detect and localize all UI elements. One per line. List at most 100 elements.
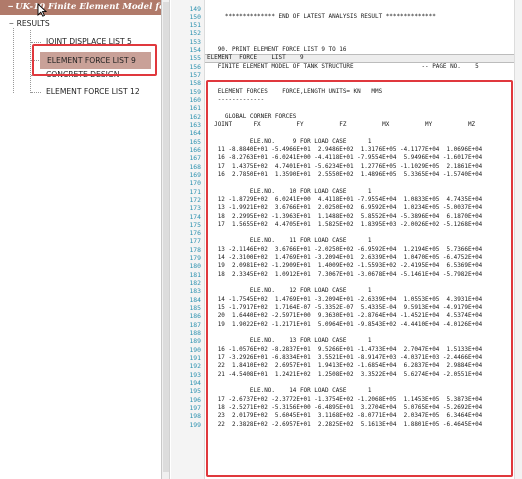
line-number: 163 bbox=[189, 120, 201, 129]
line-number: 167 bbox=[189, 154, 201, 163]
code-line: 18 2.3345E+02 1.0912E+01 7.3067E+01 -3.0… bbox=[207, 270, 483, 278]
line-number: 179 bbox=[189, 254, 201, 263]
line-number: 153 bbox=[189, 37, 201, 46]
line-number: 173 bbox=[189, 204, 201, 213]
line-number: 156 bbox=[189, 62, 201, 71]
code-line: ------------- bbox=[207, 96, 265, 104]
line-number: 151 bbox=[189, 21, 201, 30]
code-line: 14 -1.7545E+02 1.4769E+01 -3.2094E+01 -2… bbox=[207, 295, 483, 303]
code-line: 17 -3.2926E+01 -6.8334E+01 3.5521E+01 -8… bbox=[207, 353, 483, 361]
mouse-cursor-icon bbox=[37, 3, 47, 17]
line-number: 165 bbox=[189, 137, 201, 146]
tree-scrollbar[interactable] bbox=[162, 0, 170, 479]
code-line: 16 -8.2763E+01 -6.0241E+00 -4.4118E+01 -… bbox=[207, 154, 483, 162]
code-line: ELE.NO. 13 FOR LOAD CASE 1 bbox=[207, 337, 372, 345]
code-line: ELEMENT FORCE LIST 9 bbox=[207, 54, 304, 62]
line-number: 162 bbox=[189, 112, 201, 121]
code-line: ELE.NO. 12 FOR LOAD CASE 1 bbox=[207, 287, 372, 295]
code-line: ELE.NO. 9 FOR LOAD CASE 1 bbox=[207, 137, 372, 145]
scrollbar-thumb[interactable] bbox=[163, 2, 169, 472]
line-number: 150 bbox=[189, 12, 201, 21]
line-number: 159 bbox=[189, 87, 201, 96]
line-number: 196 bbox=[189, 395, 201, 404]
code-line: 15 -1.7917E+02 1.7164E-07 -5.3352E-07 5.… bbox=[207, 304, 483, 312]
line-number: 164 bbox=[189, 129, 201, 138]
tree-panel: −UK-10 Finite Element Model for a Rec −R… bbox=[0, 0, 162, 479]
line-number: 184 bbox=[189, 295, 201, 304]
tree-connector bbox=[31, 92, 41, 93]
line-number: 175 bbox=[189, 220, 201, 229]
line-number: 199 bbox=[189, 420, 201, 429]
line-number: 172 bbox=[189, 195, 201, 204]
expander-icon[interactable]: − bbox=[9, 19, 14, 28]
editor-scrollbar[interactable] bbox=[514, 0, 522, 479]
line-number: 182 bbox=[189, 279, 201, 288]
line-number: 161 bbox=[189, 104, 201, 113]
code-line: ELE.NO. 10 FOR LOAD CASE 1 bbox=[207, 187, 372, 195]
code-line: ELEMENT FORCES FORCE,LENGTH UNITS= KN MM… bbox=[207, 87, 383, 95]
code-line: 16 2.7850E+01 1.3590E+01 2.5550E+02 1.48… bbox=[207, 170, 483, 178]
line-number: 157 bbox=[189, 71, 201, 80]
code-line: 17 -2.6737E+02 -2.3772E+01 -1.3754E+02 -… bbox=[207, 395, 483, 403]
code-line: 20 1.6440E+02 -2.5971E+00 9.3630E+01 -2.… bbox=[207, 312, 483, 320]
line-number: 185 bbox=[189, 304, 201, 313]
line-number: 195 bbox=[189, 387, 201, 396]
code-line: 22 2.3828E+02 -2.6957E+01 2.2825E+02 5.1… bbox=[207, 420, 483, 428]
line-number: 192 bbox=[189, 362, 201, 371]
code-line: 13 -2.1146E+02 3.6766E+01 -2.0250E+02 -6… bbox=[207, 245, 483, 253]
code-line: 13 -1.9921E+02 3.6766E+01 2.0250E+02 6.9… bbox=[207, 204, 483, 212]
selection-highlight-box bbox=[32, 44, 157, 76]
tree-title-bar[interactable]: −UK-10 Finite Element Model for a Rec bbox=[0, 0, 161, 15]
line-number: 181 bbox=[189, 270, 201, 279]
line-number: 171 bbox=[189, 187, 201, 196]
line-number: 168 bbox=[189, 162, 201, 171]
line-number: 197 bbox=[189, 403, 201, 412]
code-line: 90. PRINT ELEMENT FORCE LIST 9 TO 16 bbox=[207, 46, 347, 54]
line-number: 190 bbox=[189, 345, 201, 354]
line-number: 158 bbox=[189, 79, 201, 88]
code-line: 12 -1.8729E+02 6.0241E+00 4.4118E+01 -7.… bbox=[207, 195, 483, 203]
code-line: ************** END OF LATEST ANALYSIS RE… bbox=[207, 12, 436, 20]
code-line: ELE.NO. 14 FOR LOAD CASE 1 bbox=[207, 387, 372, 395]
line-number: 170 bbox=[189, 179, 201, 188]
tree-connector bbox=[30, 30, 31, 93]
code-line: GLOBAL CORNER FORCES bbox=[207, 112, 297, 120]
line-number: 186 bbox=[189, 312, 201, 321]
code-line: 22 1.8410E+02 2.6957E+01 1.9413E+02 -1.6… bbox=[207, 362, 483, 370]
code-line: 19 2.0981E+02 -1.2909E+01 1.4009E+02 -1.… bbox=[207, 262, 483, 270]
code-line: ELE.NO. 11 FOR LOAD CASE 1 bbox=[207, 237, 372, 245]
line-number: 169 bbox=[189, 170, 201, 179]
line-number: 188 bbox=[189, 328, 201, 337]
line-number: 180 bbox=[189, 262, 201, 271]
line-number: 176 bbox=[189, 229, 201, 238]
code-line: 17 1.4375E+02 4.7401E+01 -5.6234E+01 1.2… bbox=[207, 162, 483, 170]
code-line: 18 2.2995E+02 -1.3963E+01 1.1488E+02 5.8… bbox=[207, 212, 483, 220]
collapse-icon[interactable]: − bbox=[8, 2, 13, 12]
tree-connector bbox=[31, 42, 41, 43]
tree-node-results[interactable]: − RESULTS bbox=[9, 18, 50, 30]
line-number: 198 bbox=[189, 412, 201, 421]
line-number: 191 bbox=[189, 353, 201, 362]
line-number: 160 bbox=[189, 96, 201, 105]
output-editor[interactable]: 149 150 151 152 153 154 155 156 157 158 159 160 161 1… bbox=[171, 0, 522, 479]
line-number: 183 bbox=[189, 287, 201, 296]
code-line: FINITE ELEMENT MODEL OF TANK STRUCTURE -… bbox=[207, 62, 479, 70]
line-number: 152 bbox=[189, 29, 201, 38]
code-line: 18 -2.5271E+02 -5.3156E+00 -6.4895E+01 3… bbox=[207, 403, 483, 411]
code-line: JOINT FX FY FZ MX MY MZ bbox=[207, 120, 476, 128]
line-number: 174 bbox=[189, 212, 201, 221]
line-number: 187 bbox=[189, 320, 201, 329]
tree-connector bbox=[13, 28, 14, 93]
code-line: 21 -4.5408E+01 1.2421E+02 1.2508E+02 3.3… bbox=[207, 370, 483, 378]
line-number: 155 bbox=[189, 54, 201, 63]
line-number: 149 bbox=[189, 4, 201, 13]
line-number: 177 bbox=[189, 237, 201, 246]
code-line: 11 -8.8840E+01 -5.4966E+01 2.9486E+02 1.… bbox=[207, 145, 483, 153]
code-line: 16 -1.0576E+02 -8.2837E+01 9.5266E+01 -1… bbox=[207, 345, 483, 353]
tree-item-element-force-list-12[interactable]: ELEMENT FORCE LIST 12 bbox=[46, 86, 140, 98]
line-number: 189 bbox=[189, 337, 201, 346]
line-number: 154 bbox=[189, 46, 201, 55]
line-number: 178 bbox=[189, 245, 201, 254]
line-number: 194 bbox=[189, 378, 201, 387]
code-line: 14 -2.3100E+02 1.4769E+01 -3.2094E+01 2.… bbox=[207, 254, 483, 262]
